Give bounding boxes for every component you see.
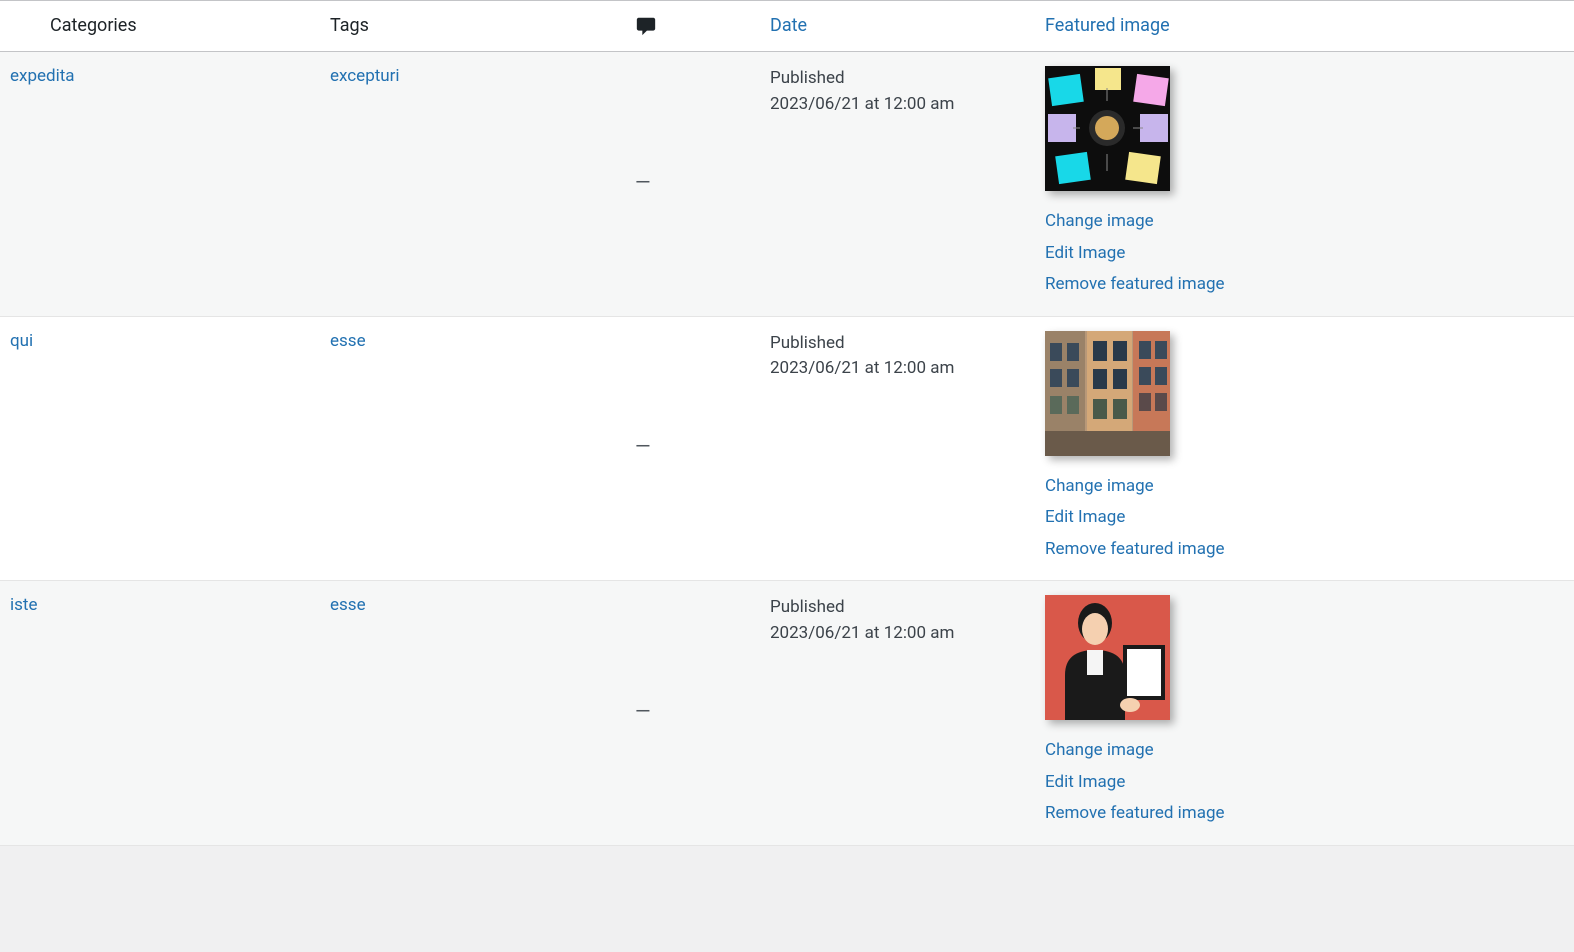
- image-actions: Change image Edit Image Remove featured …: [1045, 474, 1564, 563]
- post-status: Published: [770, 331, 1025, 357]
- table-row: iste esse — Published 2023/06/21 at 12:0…: [0, 581, 1574, 846]
- change-image-link[interactable]: Change image: [1045, 738, 1564, 764]
- remove-featured-image-link[interactable]: Remove featured image: [1045, 801, 1564, 827]
- edit-image-link[interactable]: Edit Image: [1045, 241, 1564, 267]
- column-header-categories[interactable]: Categories: [0, 1, 320, 51]
- tag-link[interactable]: esse: [330, 331, 366, 351]
- tag-link[interactable]: excepturi: [330, 66, 400, 86]
- post-date: 2023/06/21 at 12:00 am: [770, 621, 1025, 647]
- table-header-row: Categories Tags Date Featured image: [0, 0, 1574, 52]
- remove-featured-image-link[interactable]: Remove featured image: [1045, 272, 1564, 298]
- tag-link[interactable]: esse: [330, 595, 366, 615]
- remove-featured-image-link[interactable]: Remove featured image: [1045, 537, 1564, 563]
- table-row: qui esse — Published 2023/06/21 at 12:00…: [0, 317, 1574, 582]
- posts-table: Categories Tags Date Featured image expe…: [0, 0, 1574, 846]
- edit-image-link[interactable]: Edit Image: [1045, 770, 1564, 796]
- category-link[interactable]: qui: [10, 331, 33, 351]
- category-link[interactable]: iste: [10, 595, 37, 615]
- change-image-link[interactable]: Change image: [1045, 209, 1564, 235]
- change-image-link[interactable]: Change image: [1045, 474, 1564, 500]
- column-header-featured-image[interactable]: Featured image: [1035, 1, 1574, 51]
- image-actions: Change image Edit Image Remove featured …: [1045, 209, 1564, 298]
- post-status: Published: [770, 595, 1025, 621]
- column-header-date[interactable]: Date: [760, 1, 1035, 51]
- comments-count: —: [635, 699, 650, 723]
- column-header-tags[interactable]: Tags: [320, 1, 625, 51]
- post-status: Published: [770, 66, 1025, 92]
- featured-image-thumbnail[interactable]: [1045, 331, 1170, 456]
- featured-image-thumbnail[interactable]: [1045, 66, 1170, 191]
- column-header-comments[interactable]: [625, 1, 760, 51]
- edit-image-link[interactable]: Edit Image: [1045, 505, 1564, 531]
- featured-image-thumbnail[interactable]: [1045, 595, 1170, 720]
- image-actions: Change image Edit Image Remove featured …: [1045, 738, 1564, 827]
- table-row: expedita excepturi — Published 2023/06/2…: [0, 52, 1574, 317]
- comment-icon: [635, 15, 657, 37]
- comments-count: —: [635, 170, 650, 194]
- post-date: 2023/06/21 at 12:00 am: [770, 356, 1025, 382]
- comments-count: —: [635, 434, 650, 458]
- category-link[interactable]: expedita: [10, 66, 75, 86]
- post-date: 2023/06/21 at 12:00 am: [770, 92, 1025, 118]
